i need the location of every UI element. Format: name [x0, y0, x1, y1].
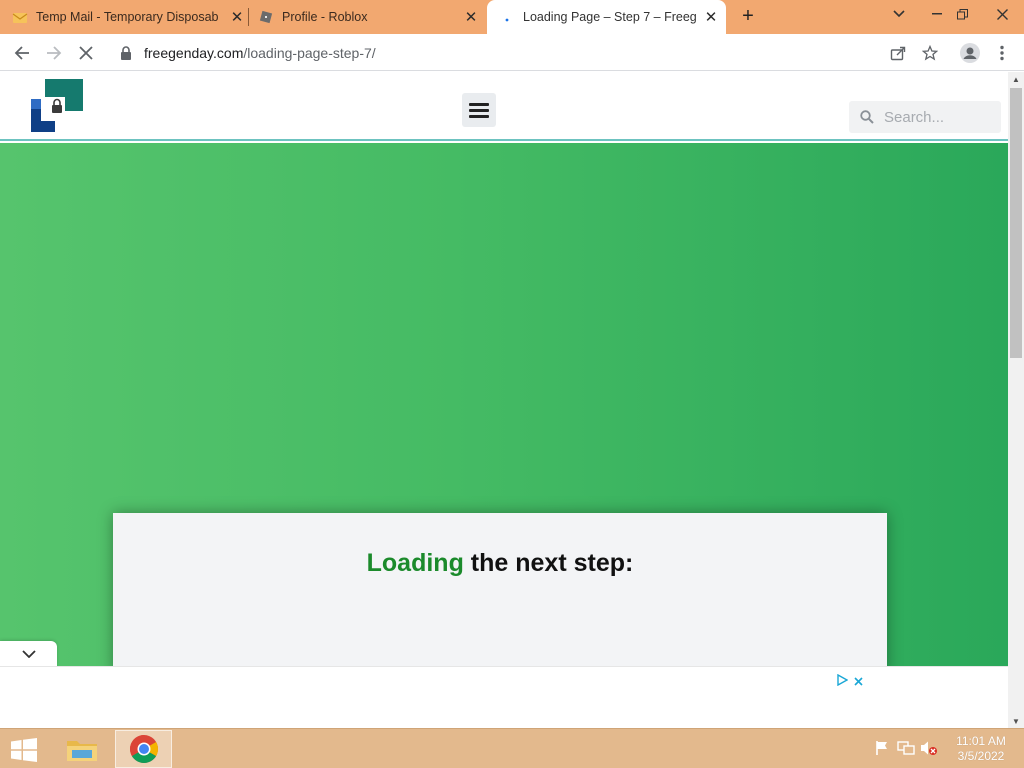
- clock-date: 3/5/2022: [957, 749, 1005, 763]
- menu-line: [469, 114, 489, 118]
- hamburger-menu-button[interactable]: [462, 93, 496, 127]
- search-icon: [860, 110, 874, 124]
- menu-line: [469, 102, 489, 106]
- site-header: [0, 72, 1008, 141]
- tab-divider: [248, 8, 249, 26]
- ad-controls: [836, 673, 863, 691]
- ad-banner[interactable]: [0, 666, 1008, 728]
- system-clock[interactable]: 11:01 AM 3/5/2022: [946, 734, 1016, 764]
- close-tab-icon[interactable]: ✕: [702, 8, 720, 26]
- clock-time: 11:01 AM: [956, 734, 1006, 748]
- menu-line: [469, 108, 489, 112]
- chevron-down-icon: [21, 645, 36, 663]
- collapse-ad-button[interactable]: [0, 641, 57, 667]
- tab-temp-mail[interactable]: Temp Mail - Temporary Disposab ✕: [12, 0, 246, 34]
- tab-title: Profile - Roblox: [282, 10, 368, 24]
- scroll-up-arrow-icon[interactable]: ▲: [1008, 72, 1024, 86]
- chrome-taskbar-icon[interactable]: [115, 730, 172, 768]
- loading-card: Loading the next step:: [113, 513, 887, 673]
- network-icon[interactable]: [897, 739, 915, 757]
- loading-heading-rest: the next step:: [463, 549, 634, 577]
- web-page: Loading the next step:: [0, 72, 1008, 728]
- volume-muted-icon[interactable]: [920, 739, 938, 757]
- file-explorer-taskbar-icon[interactable]: [56, 730, 108, 768]
- tab-search-chevron-icon[interactable]: [882, 0, 916, 28]
- new-tab-button[interactable]: +: [737, 5, 759, 27]
- tab-title: Temp Mail - Temporary Disposab: [36, 10, 219, 24]
- action-center-flag-icon[interactable]: [873, 739, 891, 757]
- url-text: freegenday.com/loading-page-step-7/: [144, 45, 376, 61]
- mail-envelope-icon: [12, 9, 28, 25]
- lock-icon: [120, 45, 134, 60]
- windows-start-button[interactable]: [6, 735, 42, 765]
- roblox-icon: [258, 9, 274, 25]
- tab-loading-page[interactable]: Loading Page – Step 7 – Freegen ✕: [487, 0, 726, 34]
- forward-arrow-icon[interactable]: [40, 39, 68, 67]
- page-scrollbar[interactable]: ▲ ▼: [1008, 72, 1024, 728]
- browser-toolbar: freegenday.com/loading-page-step-7/: [0, 34, 1024, 71]
- bookmark-star-icon[interactable]: [916, 39, 944, 67]
- close-window-icon[interactable]: [980, 0, 1024, 28]
- loading-spinner-icon: [499, 9, 515, 25]
- share-icon[interactable]: [884, 39, 912, 67]
- scroll-thumb[interactable]: [1010, 88, 1022, 358]
- close-tab-icon[interactable]: ✕: [228, 8, 246, 26]
- search-input[interactable]: [884, 108, 994, 126]
- site-search[interactable]: [849, 101, 1001, 133]
- loading-highlight: Loading: [366, 549, 464, 577]
- browser-menu-icon[interactable]: [988, 39, 1016, 67]
- restore-icon[interactable]: [945, 0, 979, 28]
- url-domain: freegenday.com: [144, 44, 244, 61]
- back-arrow-icon[interactable]: [8, 39, 36, 67]
- url-path: /loading-page-step-7/: [243, 44, 376, 61]
- adchoices-play-icon[interactable]: [836, 673, 849, 691]
- close-tab-icon[interactable]: ✕: [462, 8, 480, 26]
- scroll-down-arrow-icon[interactable]: ▼: [1008, 714, 1024, 728]
- profile-avatar-icon[interactable]: [956, 39, 984, 67]
- windows-taskbar: 11:01 AM 3/5/2022: [0, 728, 1024, 768]
- site-logo[interactable]: [31, 79, 84, 132]
- browser-tab-strip: Temp Mail - Temporary Disposab ✕ Profile…: [0, 0, 1024, 34]
- address-bar[interactable]: freegenday.com/loading-page-step-7/: [110, 38, 950, 67]
- tab-roblox-profile[interactable]: Profile - Roblox ✕: [258, 0, 480, 34]
- close-ad-icon[interactable]: [854, 673, 863, 691]
- stop-loading-icon[interactable]: [72, 39, 100, 67]
- tab-title: Loading Page – Step 7 – Freegen: [523, 10, 696, 24]
- loading-heading: Loading the next step:: [113, 549, 887, 578]
